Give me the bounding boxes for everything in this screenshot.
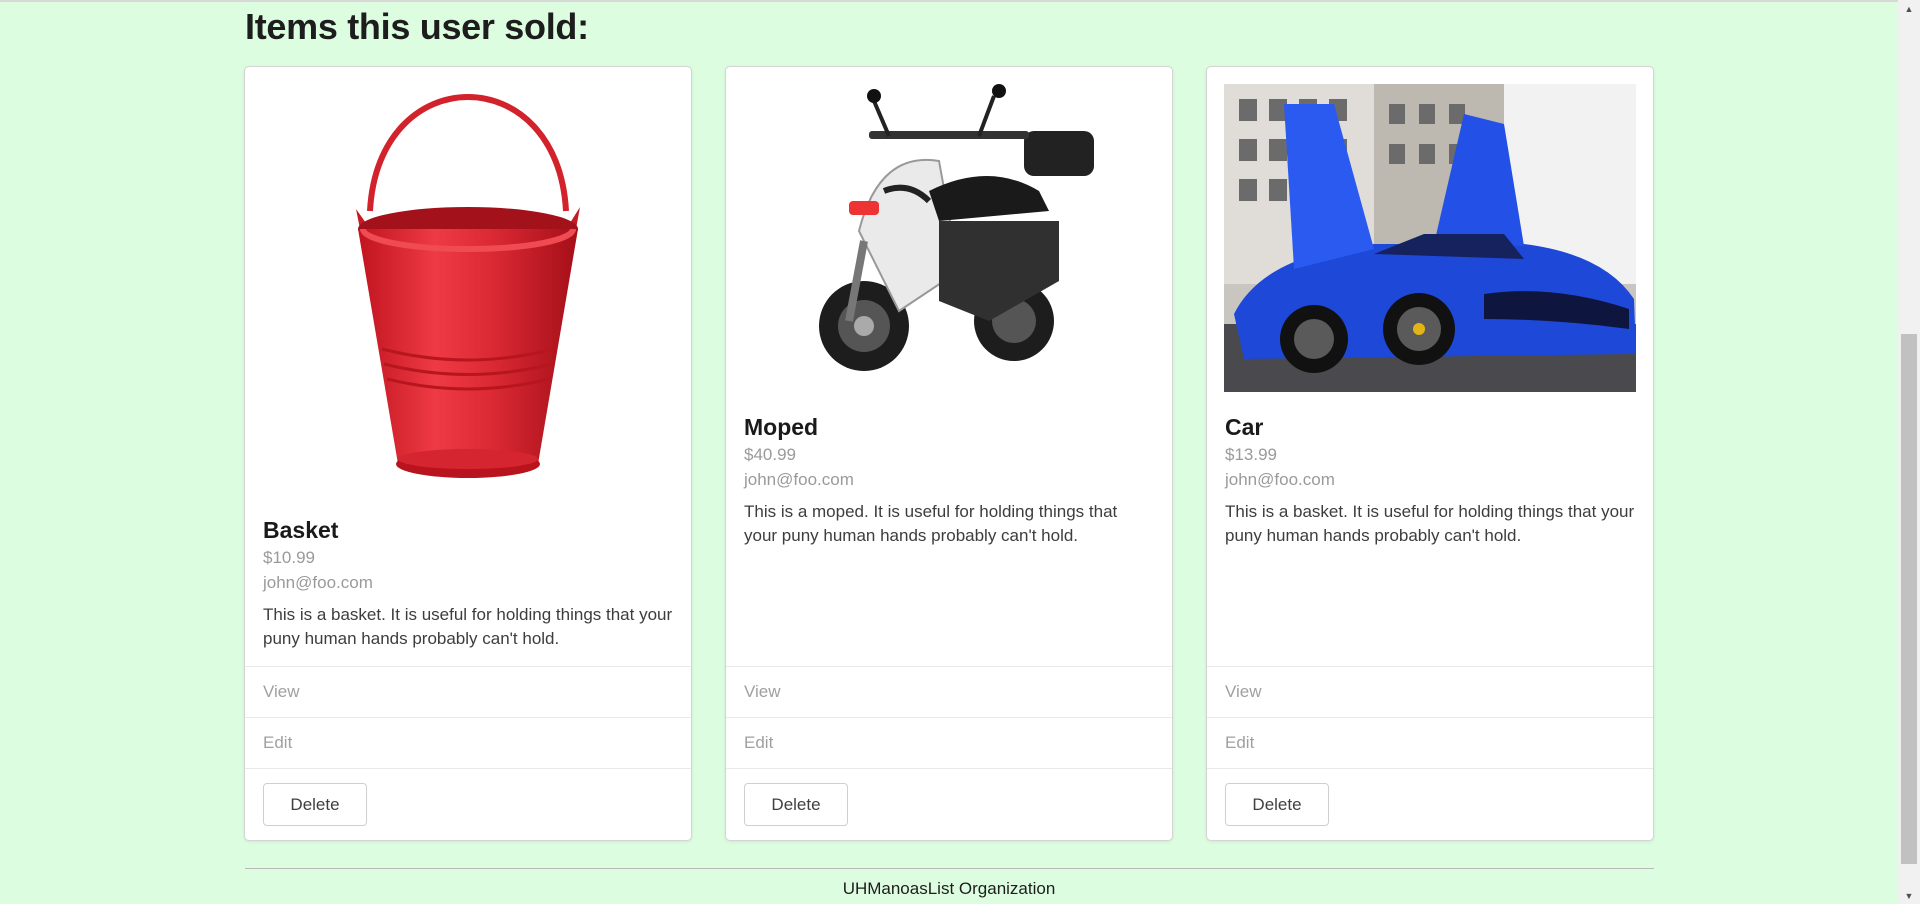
item-name: Moped [744, 414, 819, 440]
item-owner-email: john@foo.com [744, 470, 854, 489]
item-description: This is a basket. It is useful for holdi… [1225, 502, 1635, 545]
item-owner-email: john@foo.com [1225, 470, 1335, 489]
red-bucket-image [245, 79, 691, 489]
delete-button[interactable]: Delete [1225, 783, 1329, 826]
footer-divider [245, 868, 1654, 869]
moped-image [726, 81, 1172, 395]
footer-organization-name: UHManoasList Organization [842, 879, 1056, 898]
delete-button[interactable]: Delete [744, 783, 848, 826]
edit-link[interactable]: Edit [245, 717, 691, 768]
item-card-car: Car $13.99 john@foo.com This is a basket… [1206, 66, 1654, 841]
item-name: Car [1225, 414, 1264, 440]
top-divider [0, 0, 1900, 4]
item-price: $13.99 [1225, 445, 1277, 464]
blue-sports-car-image [1224, 84, 1636, 392]
edit-link[interactable]: Edit [726, 717, 1172, 768]
view-link[interactable]: View [726, 666, 1172, 717]
item-price: $10.99 [263, 548, 315, 567]
item-card-moped: Moped $40.99 john@foo.com This is a mope… [725, 66, 1173, 841]
edit-link[interactable]: Edit [1207, 717, 1653, 768]
view-link[interactable]: View [245, 666, 691, 717]
item-price: $40.99 [744, 445, 796, 464]
item-description: This is a basket. It is useful for holdi… [263, 605, 673, 648]
page-title: Items this user sold: [245, 6, 589, 47]
view-link[interactable]: View [1207, 666, 1653, 717]
delete-button[interactable]: Delete [263, 783, 367, 826]
item-description: This is a moped. It is useful for holdin… [744, 502, 1118, 545]
scroll-down-arrow-icon[interactable]: ▼ [1898, 887, 1920, 904]
item-owner-email: john@foo.com [263, 573, 373, 592]
item-card-basket: Basket $10.99 john@foo.com This is a bas… [244, 66, 692, 841]
item-name: Basket [263, 517, 339, 543]
scroll-up-arrow-icon[interactable]: ▲ [1898, 0, 1920, 17]
scrollbar-thumb[interactable] [1901, 334, 1917, 864]
